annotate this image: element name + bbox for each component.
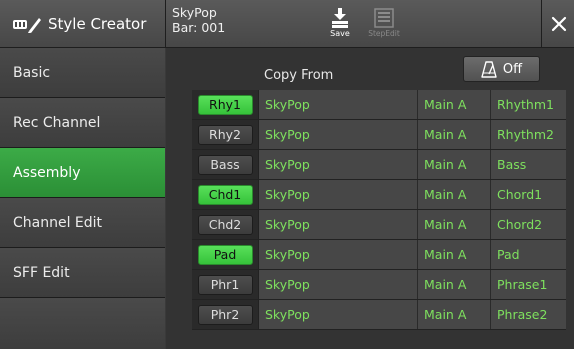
header-bar: Style Creator SkyPop Bar: 001 Save StepE… xyxy=(0,0,574,48)
copy-style-cell[interactable]: SkyPop xyxy=(259,120,418,149)
save-icon xyxy=(332,8,348,28)
copy-channel-cell[interactable]: Rhythm1 xyxy=(491,90,566,119)
part-toggle-phr1[interactable]: Phr1 xyxy=(197,274,253,295)
table-row: Chd2 SkyPop Main A Chord2 xyxy=(192,210,566,240)
close-icon xyxy=(551,16,566,31)
sidebar-item-basic[interactable]: Basic xyxy=(0,48,165,98)
copy-section-cell[interactable]: Main A xyxy=(418,150,491,179)
copy-style-cell[interactable]: SkyPop xyxy=(259,270,418,299)
stepedit-label: StepEdit xyxy=(368,29,400,38)
table-row: Pad SkyPop Main A Pad xyxy=(192,240,566,270)
copy-channel-cell[interactable]: Phrase1 xyxy=(491,270,566,299)
sidebar-item-sff-edit[interactable]: SFF Edit xyxy=(0,248,165,298)
part-toggle-chd1[interactable]: Chd1 xyxy=(197,184,253,205)
part-toggle-rhy2[interactable]: Rhy2 xyxy=(197,124,253,145)
copy-channel-cell[interactable]: Bass xyxy=(491,150,566,179)
assembly-table: Rhy1 SkyPop Main A Rhythm1 Rhy2 SkyPop M… xyxy=(192,90,566,330)
table-row: Phr1 SkyPop Main A Phrase1 xyxy=(192,270,566,300)
app-title-text: Style Creator xyxy=(48,14,147,33)
table-row: Rhy1 SkyPop Main A Rhythm1 xyxy=(192,90,566,120)
copy-style-cell[interactable]: SkyPop xyxy=(259,90,418,119)
metronome-button[interactable]: Off xyxy=(463,56,540,82)
copy-section-cell[interactable]: Main A xyxy=(418,300,491,329)
part-toggle-rhy1[interactable]: Rhy1 xyxy=(197,94,253,115)
stepedit-button[interactable]: StepEdit xyxy=(364,8,404,44)
copy-section-cell[interactable]: Main A xyxy=(418,120,491,149)
copy-section-cell[interactable]: Main A xyxy=(418,180,491,209)
song-info: SkyPop Bar: 001 xyxy=(172,5,225,35)
bar-position: Bar: 001 xyxy=(172,20,226,35)
copy-style-cell[interactable]: SkyPop xyxy=(259,240,418,269)
copy-from-header: Copy From xyxy=(264,68,334,83)
copy-section-cell[interactable]: Main A xyxy=(418,270,491,299)
table-row: Rhy2 SkyPop Main A Rhythm2 xyxy=(192,120,566,150)
copy-channel-cell[interactable]: Rhythm2 xyxy=(491,120,566,149)
sidebar-item-label: Channel Edit xyxy=(13,214,103,231)
close-button[interactable] xyxy=(541,0,574,47)
sidebar-item-label: SFF Edit xyxy=(13,264,70,281)
copy-style-cell[interactable]: SkyPop xyxy=(259,210,418,239)
sidebar-empty-slot xyxy=(0,298,165,349)
table-row: Bass SkyPop Main A Bass xyxy=(192,150,566,180)
table-row: Phr2 SkyPop Main A Phrase2 xyxy=(192,300,566,330)
metronome-icon xyxy=(481,60,497,78)
copy-channel-cell[interactable]: Pad xyxy=(491,240,566,269)
part-toggle-bass[interactable]: Bass xyxy=(197,154,253,175)
app-title: Style Creator xyxy=(0,0,166,47)
sidebar-item-label: Rec Channel xyxy=(13,114,101,131)
copy-section-cell[interactable]: Main A xyxy=(418,90,491,119)
sidebar-item-channel-edit[interactable]: Channel Edit xyxy=(0,198,165,248)
metronome-state: Off xyxy=(502,61,523,77)
copy-section-cell[interactable]: Main A xyxy=(418,210,491,239)
copy-style-cell[interactable]: SkyPop xyxy=(259,180,418,209)
sidebar-item-rec-channel[interactable]: Rec Channel xyxy=(0,98,165,148)
copy-channel-cell[interactable]: Chord2 xyxy=(491,210,566,239)
copy-section-cell[interactable]: Main A xyxy=(418,240,491,269)
copy-style-cell[interactable]: SkyPop xyxy=(259,150,418,179)
sidebar: Basic Rec Channel Assembly Channel Edit … xyxy=(0,48,165,349)
part-toggle-pad[interactable]: Pad xyxy=(197,244,253,265)
stepedit-icon xyxy=(374,8,394,28)
style-creator-icon xyxy=(13,17,41,33)
part-toggle-phr2[interactable]: Phr2 xyxy=(197,304,253,325)
sidebar-item-label: Assembly xyxy=(13,164,81,181)
style-name: SkyPop xyxy=(172,5,217,20)
copy-channel-cell[interactable]: Chord1 xyxy=(491,180,566,209)
sidebar-item-assembly[interactable]: Assembly xyxy=(0,148,165,198)
save-label: Save xyxy=(330,29,350,38)
sidebar-item-label: Basic xyxy=(13,64,51,81)
assembly-panel: Copy From Off Rhy1 SkyPop Main A Rhythm1… xyxy=(166,48,574,349)
table-row: Chd1 SkyPop Main A Chord1 xyxy=(192,180,566,210)
copy-style-cell[interactable]: SkyPop xyxy=(259,300,418,329)
copy-channel-cell[interactable]: Phrase2 xyxy=(491,300,566,329)
save-button[interactable]: Save xyxy=(324,8,356,44)
part-toggle-chd2[interactable]: Chd2 xyxy=(197,214,253,235)
